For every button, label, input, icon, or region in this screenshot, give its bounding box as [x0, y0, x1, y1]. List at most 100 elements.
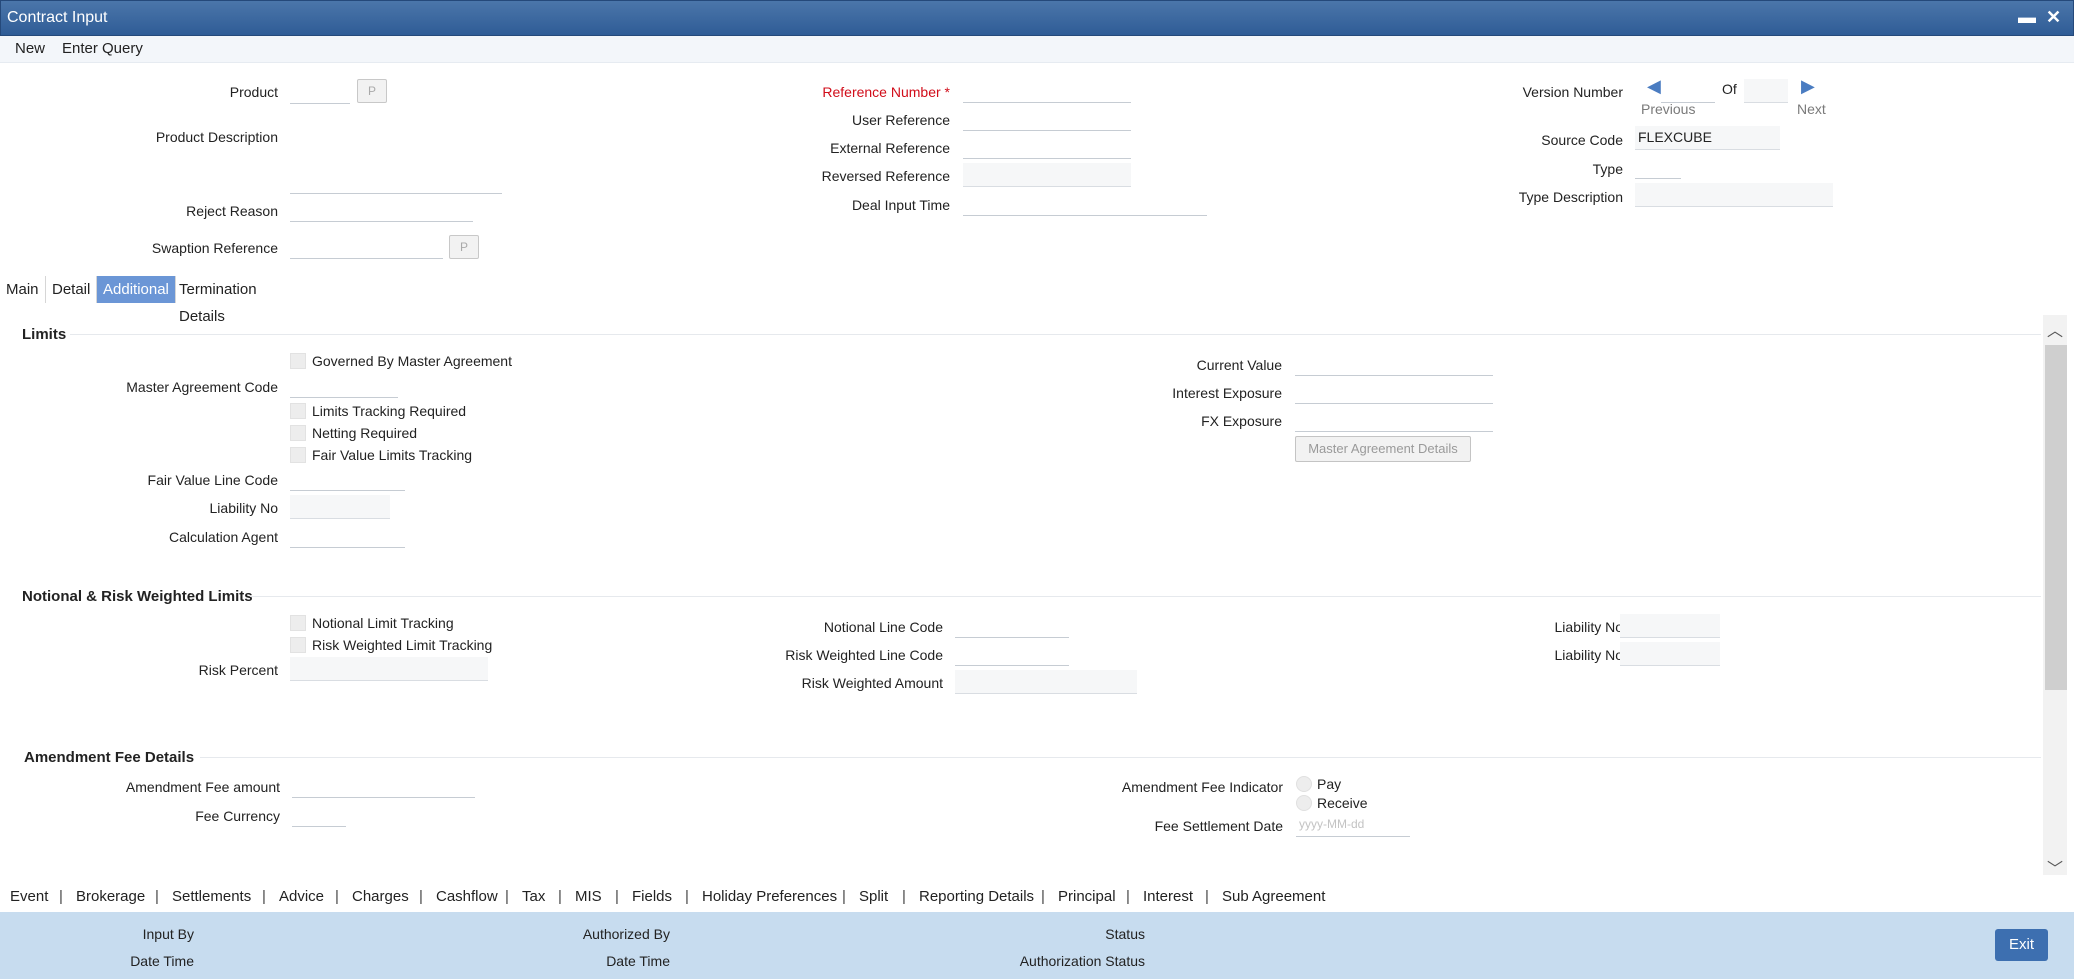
external-reference-input[interactable]	[963, 135, 1131, 159]
swaption-lookup-button[interactable]: P	[449, 235, 479, 259]
footer-link-settlements[interactable]: Settlements	[172, 888, 251, 905]
master-agreement-details-button[interactable]: Master Agreement Details	[1295, 436, 1471, 462]
limits-tracking-required-checkbox[interactable]	[290, 403, 306, 419]
governed-by-master-agreement-checkbox[interactable]	[290, 353, 306, 369]
footer-separator: |	[1041, 888, 1045, 905]
risk-weighted-line-code-input[interactable]	[955, 642, 1069, 666]
footer-link-tax[interactable]: Tax	[522, 888, 545, 905]
footer-link-mis[interactable]: MIS	[575, 888, 602, 905]
risk-percent-field	[290, 657, 488, 681]
tab-termination-details[interactable]: Termination Details	[173, 276, 263, 325]
footer-link-reporting-details[interactable]: Reporting Details	[919, 888, 1034, 905]
product-lookup-button[interactable]: P	[357, 79, 387, 103]
notional-liability-no-label: Liability No	[1554, 619, 1623, 635]
footer-separator: |	[59, 888, 63, 905]
tab-detail[interactable]: Detail	[46, 276, 98, 303]
previous-label[interactable]: Previous	[1641, 101, 1695, 117]
risk-weighted-amount-label: Risk Weighted Amount	[801, 675, 943, 691]
window-title: Contract Input	[7, 9, 108, 26]
notional-line-code-input[interactable]	[955, 614, 1069, 638]
reversed-reference-field	[963, 163, 1131, 187]
previous-version-icon[interactable]: ◀	[1647, 76, 1661, 97]
footer-link-brokerage[interactable]: Brokerage	[76, 888, 145, 905]
master-agreement-code-input[interactable]	[290, 374, 398, 398]
tab-additional[interactable]: Additional	[97, 276, 176, 303]
reference-number-label-text: Reference Number	[822, 84, 941, 100]
footer-link-principal[interactable]: Principal	[1058, 888, 1116, 905]
notional-limit-tracking-label: Notional Limit Tracking	[312, 615, 454, 631]
scroll-up-icon[interactable]: ︿	[2047, 317, 2063, 341]
footer-separator: |	[558, 888, 562, 905]
governed-by-master-agreement-label: Governed By Master Agreement	[312, 353, 512, 369]
amendment-fee-amount-input[interactable]	[292, 774, 475, 798]
risk-weighted-limit-tracking-checkbox[interactable]	[290, 637, 306, 653]
user-reference-input[interactable]	[963, 107, 1131, 131]
limits-section-title: Limits	[22, 326, 67, 343]
next-label[interactable]: Next	[1797, 101, 1826, 117]
fx-exposure-input[interactable]	[1295, 408, 1493, 432]
of-label: Of	[1722, 81, 1737, 97]
footer-link-event[interactable]: Event	[10, 888, 48, 905]
master-agreement-code-label: Master Agreement Code	[126, 379, 278, 395]
product-description-label: Product Description	[155, 129, 278, 145]
reject-reason-label: Reject Reason	[186, 203, 278, 219]
reference-number-label: Reference Number *	[760, 84, 950, 100]
next-version-icon[interactable]: ▶	[1801, 76, 1815, 97]
risk-weighted-liability-no-field	[1620, 642, 1720, 666]
scrollbar-thumb[interactable]	[2045, 345, 2067, 690]
minimize-icon[interactable]: ▬	[2018, 7, 2036, 28]
authorized-date-time-label: Date Time	[606, 953, 670, 969]
notional-section-title: Notional & Risk Weighted Limits	[22, 588, 253, 605]
exit-button[interactable]: Exit	[1995, 929, 2048, 961]
reference-number-input[interactable]	[963, 79, 1131, 103]
footer-link-interest[interactable]: Interest	[1143, 888, 1193, 905]
menu-enter-query[interactable]: Enter Query	[62, 40, 143, 57]
authorized-by-label: Authorized By	[582, 926, 670, 942]
notional-limit-tracking-checkbox[interactable]	[290, 615, 306, 631]
product-description-field[interactable]	[290, 170, 502, 194]
footer-link-fields[interactable]: Fields	[632, 888, 672, 905]
footer-separator: |	[1126, 888, 1130, 905]
netting-required-checkbox[interactable]	[290, 425, 306, 441]
fair-value-limits-tracking-checkbox[interactable]	[290, 447, 306, 463]
pay-label: Pay	[1317, 776, 1342, 792]
version-number-input[interactable]	[1661, 79, 1715, 103]
footer-link-sub-agreement[interactable]: Sub Agreement	[1222, 888, 1325, 905]
menu-bar: New Enter Query	[0, 36, 2074, 63]
footer-separator: |	[685, 888, 689, 905]
calculation-agent-input[interactable]	[290, 524, 405, 548]
receive-label: Receive	[1317, 795, 1368, 811]
risk-weighted-amount-field	[955, 670, 1137, 694]
deal-input-time-input[interactable]	[963, 192, 1207, 216]
current-value-input[interactable]	[1295, 352, 1493, 376]
footer-link-charges[interactable]: Charges	[352, 888, 409, 905]
close-icon[interactable]: ✕	[2046, 7, 2061, 28]
tab-main[interactable]: Main	[0, 276, 46, 303]
reject-reason-input[interactable]	[290, 198, 473, 222]
authorization-status-label: Authorization Status	[1019, 953, 1145, 969]
footer-link-split[interactable]: Split	[859, 888, 888, 905]
swaption-reference-input[interactable]	[290, 235, 443, 259]
menu-new[interactable]: New	[15, 40, 45, 57]
footer-link-cashflow[interactable]: Cashflow	[436, 888, 498, 905]
product-input[interactable]	[290, 80, 350, 104]
risk-weighted-limit-tracking-label: Risk Weighted Limit Tracking	[312, 637, 493, 653]
fair-value-line-code-input[interactable]	[290, 467, 405, 491]
risk-weighted-line-code-label: Risk Weighted Line Code	[785, 647, 943, 663]
receive-radio[interactable]	[1296, 795, 1312, 811]
footer-separator: |	[615, 888, 619, 905]
scroll-down-icon[interactable]: ﹀	[2047, 855, 2063, 879]
footer-separator: |	[419, 888, 423, 905]
pay-radio[interactable]	[1296, 776, 1312, 792]
fee-settlement-date-input[interactable]: yyyy-MM-dd	[1296, 813, 1410, 837]
input-by-label: Input By	[142, 926, 194, 942]
interest-exposure-input[interactable]	[1295, 380, 1493, 404]
footer-link-holiday-preferences[interactable]: Holiday Preferences	[702, 888, 837, 905]
footer-separator: |	[335, 888, 339, 905]
calculation-agent-label: Calculation Agent	[169, 529, 278, 545]
footer-link-advice[interactable]: Advice	[279, 888, 324, 905]
footer-separator: |	[902, 888, 906, 905]
fee-currency-input[interactable]	[292, 803, 346, 827]
fee-currency-label: Fee Currency	[195, 808, 280, 824]
type-input[interactable]	[1635, 155, 1681, 179]
